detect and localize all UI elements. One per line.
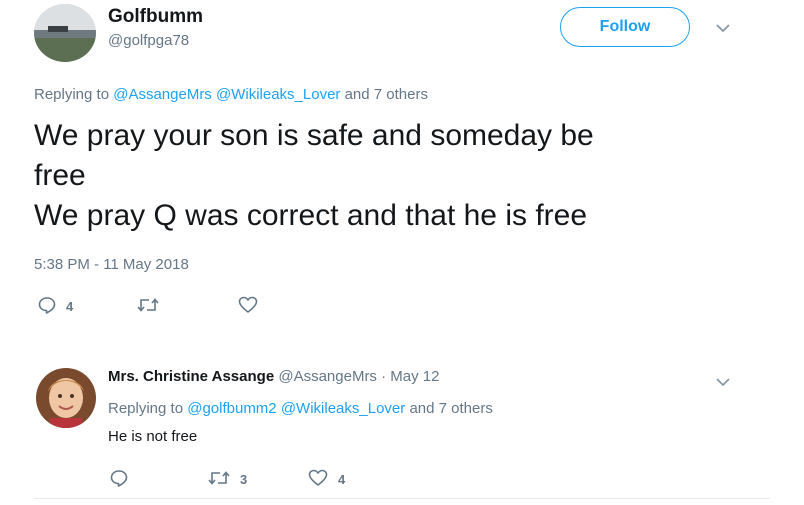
reply-avatar[interactable]: [36, 368, 96, 428]
retweet-action[interactable]: 3: [208, 469, 247, 490]
tweet-text-line: We pray your son is safe and someday be: [34, 119, 594, 152]
retweet-count: 3: [240, 472, 248, 487]
author-name[interactable]: Golfbumm: [108, 6, 203, 28]
like-action[interactable]: 4: [308, 469, 345, 490]
like-action[interactable]: [238, 296, 258, 317]
heart-icon[interactable]: [238, 296, 258, 317]
replying-to: Replying to @AssangeMrs @Wikileaks_Lover…: [34, 86, 428, 103]
separator-dot: ·: [381, 368, 387, 385]
divider: [34, 498, 770, 499]
mention-link[interactable]: @Wikileaks_Lover: [281, 400, 405, 417]
reply-date[interactable]: May 12: [390, 368, 439, 385]
replying-prefix: Replying to: [108, 400, 184, 417]
reply-author-handle[interactable]: @AssangeMrs: [278, 368, 377, 385]
replying-suffix[interactable]: and 7 others: [345, 86, 428, 103]
heart-icon[interactable]: [308, 469, 328, 490]
avatar-photo: [36, 368, 96, 428]
chevron-down-icon[interactable]: [716, 20, 730, 38]
retweet-action[interactable]: [137, 296, 159, 317]
reply-header: Mrs. Christine Assange @AssangeMrs · May…: [108, 368, 439, 385]
retweet-icon[interactable]: [137, 296, 159, 317]
mention-link[interactable]: @golfbumm2: [187, 400, 276, 417]
tweet-text-line: We pray Q was correct and that he is fre…: [34, 199, 588, 232]
author-handle[interactable]: @golfpga78: [108, 32, 189, 49]
replying-suffix[interactable]: and 7 others: [409, 400, 492, 417]
avatar[interactable]: [34, 4, 96, 62]
tweet-text-line: free: [34, 159, 86, 192]
follow-button[interactable]: Follow: [560, 7, 690, 47]
reply-action[interactable]: [110, 469, 128, 490]
mention-link[interactable]: @AssangeMrs: [113, 86, 212, 103]
reply-action[interactable]: 4: [38, 296, 73, 317]
reply-icon[interactable]: [38, 296, 56, 317]
timestamp[interactable]: 5:38 PM - 11 May 2018: [34, 256, 189, 273]
reply-replying-to: Replying to @golfbumm2 @Wikileaks_Lover …: [108, 400, 493, 417]
reply-icon[interactable]: [110, 469, 128, 490]
avatar-photo: [34, 4, 96, 62]
reply-text: He is not free: [108, 428, 198, 445]
tweet-text: We pray your son is safe and someday be …: [34, 116, 724, 236]
like-count: 4: [338, 472, 346, 487]
replying-prefix: Replying to: [34, 86, 110, 103]
reply-count: 4: [66, 299, 74, 314]
chevron-down-icon[interactable]: [716, 374, 730, 392]
mention-link[interactable]: @Wikileaks_Lover: [216, 86, 340, 103]
retweet-icon[interactable]: [208, 469, 230, 490]
reply-author-name[interactable]: Mrs. Christine Assange: [108, 368, 274, 385]
